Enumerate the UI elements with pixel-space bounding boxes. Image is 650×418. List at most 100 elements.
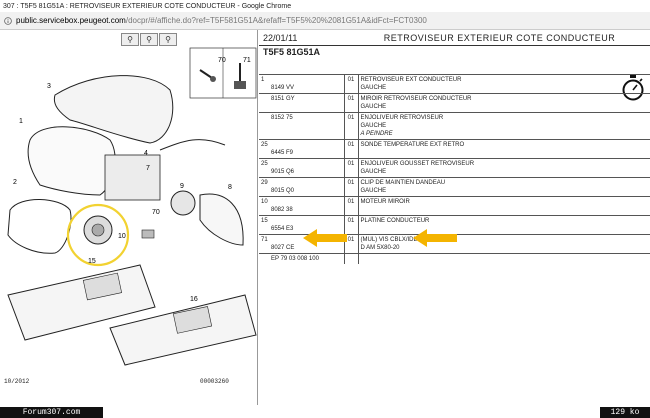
table-row[interactable]: 29 8015 Q0 01 CLIP DE MAINTIEN DANDEAU GAUCH… bbox=[259, 177, 650, 197]
callout-70-inset: 70 bbox=[218, 57, 226, 64]
description-line: GAUCHE bbox=[360, 188, 387, 194]
table-row[interactable]: 10 8082 38 01 MOTEUR MIROIR bbox=[259, 196, 650, 216]
part-ref-cell: 10 8082 38 bbox=[259, 196, 345, 216]
ref-number: 25 bbox=[261, 161, 268, 167]
table-row[interactable]: 8152 75 01 ENJOLIVEUR RETROVISEUR GAUCHE A P… bbox=[259, 112, 650, 140]
description-line: D AM 5X80-20 bbox=[360, 245, 400, 251]
part-number[interactable]: 8152 75 bbox=[261, 114, 342, 122]
screw-71-icon bbox=[234, 63, 246, 89]
description-line: MIROIR RETROVISEUR CONDUCTEUR bbox=[360, 96, 472, 102]
parts-list-subheader: T5F5 81G51A bbox=[263, 47, 321, 57]
callout-8: 8 bbox=[228, 184, 232, 191]
url-path: /docpr/#/affiche.do?ref=T5F581G51A&refaf… bbox=[125, 16, 427, 25]
callout-7: 7 bbox=[146, 165, 150, 172]
callout-15: 15 bbox=[88, 258, 96, 265]
mirror-mount-part bbox=[104, 154, 161, 201]
callout-2: 2 bbox=[13, 179, 17, 186]
description-line: GAUCHE bbox=[360, 85, 387, 91]
table-row[interactable]: 25 9015 Q6 01 ENJOLIVEUR GOUSSET RETROVISEU… bbox=[259, 158, 650, 178]
description-cell: CLIP DE MAINTIEN DANDEAU GAUCHE bbox=[358, 177, 650, 197]
header-code: 22/01/11 bbox=[263, 32, 298, 43]
quantity-cell bbox=[344, 253, 359, 264]
part-ref-cell: 29 8015 Q0 bbox=[259, 177, 345, 197]
description-line: PLATINE CONDUCTEUR bbox=[360, 218, 430, 224]
description-line: SONDE TEMPERATURE EXT RETRO bbox=[360, 142, 465, 148]
gusset-part bbox=[199, 193, 244, 246]
description-line: ENJOLIVEUR GOUSSET RETROVISEUR bbox=[360, 161, 475, 167]
part-ref-cell: EP 79 03 008 100 bbox=[259, 253, 345, 264]
callout-71-inset: 71 bbox=[243, 57, 251, 64]
file-size-badge: 129 ko bbox=[600, 407, 650, 418]
part-number[interactable]: 8151 GY bbox=[261, 95, 342, 103]
description-line: GAUCHE bbox=[360, 104, 387, 110]
zoom-out-icon: ⚲ bbox=[146, 35, 152, 44]
table-row[interactable]: 8151 GY 01 MIROIR RETROVISEUR CONDUCTEUR GA… bbox=[259, 93, 650, 113]
description-line: GAUCHE bbox=[360, 169, 387, 175]
parts-list-header: 22/01/11 RETROVISEUR EXTERIEUR COTE COND… bbox=[259, 30, 650, 46]
part-ref-cell: 8152 75 bbox=[259, 112, 345, 140]
quantity-cell: 01 bbox=[344, 158, 359, 178]
part-ref-cell: 1 8149 VV bbox=[259, 74, 345, 94]
callout-3: 3 bbox=[47, 83, 51, 90]
mirror-exploded-drawing: 3 1 2 4 7 9 8 10 70 71 70 15 16 bbox=[7, 47, 257, 366]
description-line: A PEINDRE bbox=[360, 131, 393, 137]
description-cell: SONDE TEMPERATURE EXT RETRO bbox=[358, 139, 650, 159]
quantity-cell: 01 bbox=[344, 112, 359, 140]
callout-10: 10 bbox=[118, 233, 126, 240]
description-cell: MOTEUR MIROIR bbox=[358, 196, 650, 216]
window-title: 307 : T5F5 81G51A : RETROVISEUR EXTERIEU… bbox=[0, 0, 650, 12]
part-ref-cell: 8151 GY bbox=[259, 93, 345, 113]
page-title: RETROVISEUR EXTERIEUR COTE CONDUCTEUR bbox=[383, 32, 616, 43]
table-row[interactable]: 25 6445 F9 01 SONDE TEMPERATURE EXT RETRO bbox=[259, 139, 650, 159]
window-title-text: 307 : T5F5 81G51A : RETROVISEUR EXTERIEU… bbox=[3, 2, 292, 10]
exploded-diagram-pane: ⚲ ⚲ ⚲ 3 1 2 4 7 9 8 10 70 71 70 15 16 10… bbox=[0, 30, 258, 405]
description-cell: PLATINE CONDUCTEUR bbox=[358, 215, 650, 235]
part-ref-cell: 25 6445 F9 bbox=[259, 139, 345, 159]
arrow-left-icon bbox=[303, 229, 347, 247]
parts-list-pane: 22/01/11 RETROVISEUR EXTERIEUR COTE COND… bbox=[259, 30, 650, 405]
part-number[interactable]: 8082 38 bbox=[261, 206, 342, 214]
mirror-glass-part bbox=[7, 199, 72, 254]
description-line: RETROVISEUR EXT CONDUCTEUR bbox=[360, 77, 462, 83]
part-number[interactable]: 6445 F9 bbox=[261, 149, 342, 157]
description-line: CLIP DE MAINTIEN DANDEAU bbox=[360, 180, 446, 186]
temperature-sensor-part bbox=[170, 190, 196, 216]
description-cell: ENJOLIVEUR GOUSSET RETROVISEUR GAUCHE bbox=[358, 158, 650, 178]
ref-number: 29 bbox=[261, 180, 268, 186]
status-bar: Forum307.com 129 ko bbox=[0, 405, 650, 418]
description-cell: MIROIR RETROVISEUR CONDUCTEUR GAUCHE bbox=[358, 93, 650, 113]
ref-number: 25 bbox=[261, 142, 268, 148]
zoom-reset-icon: ⚲ bbox=[165, 35, 171, 44]
description-cell: ENJOLIVEUR RETROVISEUR GAUCHE A PEINDRE bbox=[358, 112, 650, 140]
retaining-clip-part bbox=[141, 229, 155, 239]
page-content: ⚲ ⚲ ⚲ 3 1 2 4 7 9 8 10 70 71 70 15 16 10… bbox=[0, 30, 650, 405]
page-info-icon[interactable] bbox=[4, 16, 12, 25]
ref-number: 1 bbox=[261, 77, 265, 83]
ref-number: 10 bbox=[261, 199, 268, 205]
quantity-cell: 01 bbox=[344, 177, 359, 197]
callout-9: 9 bbox=[180, 183, 184, 190]
table-row[interactable]: EP 79 03 008 100 bbox=[259, 253, 650, 264]
forum-watermark: Forum307.com bbox=[0, 407, 103, 418]
quantity-cell: 01 bbox=[344, 74, 359, 94]
quantity-cell: 01 bbox=[344, 93, 359, 113]
part-number[interactable]: 8149 VV bbox=[261, 84, 342, 92]
arrow-right-icon bbox=[413, 229, 457, 247]
url-host: public.servicebox.peugeot.com bbox=[16, 16, 126, 25]
part-number[interactable]: 8015 Q0 bbox=[261, 187, 342, 195]
part-number[interactable]: 9015 Q6 bbox=[261, 168, 342, 176]
zoom-in-icon: ⚲ bbox=[127, 35, 133, 44]
callout-70: 70 bbox=[152, 209, 160, 216]
description-line: GAUCHE bbox=[360, 123, 387, 129]
ref-number: 15 bbox=[261, 218, 268, 224]
part-number[interactable]: EP 79 03 008 100 bbox=[261, 255, 342, 263]
table-row[interactable]: 1 8149 VV 01 RETROVISEUR EXT CONDUCTEUR GAUC… bbox=[259, 74, 650, 94]
part-ref-cell: 25 9015 Q6 bbox=[259, 158, 345, 178]
description-line: ENJOLIVEUR RETROVISEUR bbox=[360, 115, 444, 121]
description-cell: RETROVISEUR EXT CONDUCTEUR GAUCHE bbox=[358, 74, 650, 94]
callout-4: 4 bbox=[144, 150, 148, 157]
screw-70-icon bbox=[199, 69, 216, 82]
address-bar[interactable]: public.servicebox.peugeot.com /docpr/#/a… bbox=[0, 12, 650, 30]
quantity-cell: 01 bbox=[344, 196, 359, 216]
quantity-cell: 01 bbox=[344, 139, 359, 159]
